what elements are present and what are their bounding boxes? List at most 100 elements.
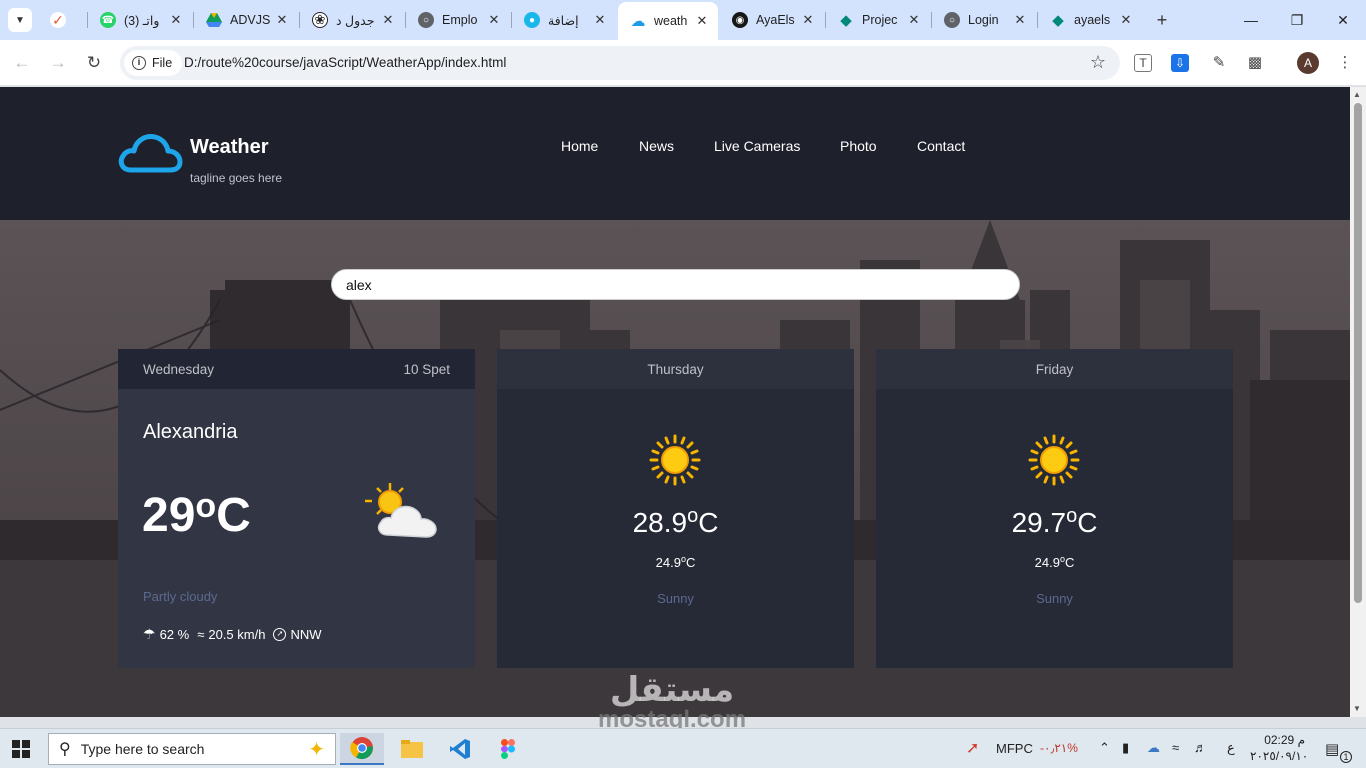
forecast-condition: Sunny bbox=[657, 591, 694, 606]
wind-value: 20.5 km/h bbox=[208, 627, 266, 642]
taskbar-search-box[interactable]: ⚲ Type here to search ✦ bbox=[48, 733, 336, 765]
logo-tagline: tagline goes here bbox=[190, 171, 283, 185]
eyedropper-icon[interactable]: ✎ bbox=[1208, 52, 1230, 74]
globe-icon: ○ bbox=[418, 12, 434, 28]
forecast-day: Friday bbox=[1035, 362, 1074, 377]
windows-start-icon[interactable] bbox=[12, 740, 30, 763]
close-icon[interactable]: ✕ bbox=[1012, 12, 1028, 28]
logo-title[interactable]: Weather bbox=[190, 136, 269, 159]
tab-search-button[interactable]: ▼ bbox=[8, 8, 32, 32]
forecast-condition: Sunny bbox=[1036, 591, 1073, 606]
close-icon[interactable]: ✕ bbox=[592, 12, 608, 28]
profile-avatar[interactable]: A bbox=[1297, 52, 1319, 74]
url-text[interactable]: D:/route%20course/javaScript/WeatherApp/… bbox=[184, 55, 506, 70]
bookmark-star-icon[interactable]: ☆ bbox=[1090, 52, 1106, 73]
language-indicator[interactable]: ع bbox=[1227, 740, 1235, 756]
tab-7[interactable]: ◉ AyaEls ✕ bbox=[720, 5, 824, 35]
close-icon[interactable]: ✕ bbox=[380, 12, 396, 28]
tab-9[interactable]: ○ Login ✕ bbox=[932, 5, 1036, 35]
stock-ticker[interactable]: MFPC bbox=[996, 741, 1033, 756]
close-icon[interactable]: ✕ bbox=[486, 12, 502, 28]
translate-icon[interactable]: T bbox=[1134, 54, 1152, 72]
nav-live-cameras[interactable]: Live Cameras bbox=[714, 138, 800, 154]
address-bar[interactable]: i File D:/route%20course/javaScript/Weat… bbox=[120, 46, 1120, 80]
site-info-chip[interactable]: i File bbox=[124, 50, 183, 76]
taskbar-vscode[interactable] bbox=[438, 733, 482, 765]
umbrella-icon: ☂ bbox=[143, 626, 156, 642]
wind-direction: NNW bbox=[290, 627, 322, 642]
nav-photo[interactable]: Photo bbox=[840, 138, 877, 154]
sparkle-icon: ✦ bbox=[308, 738, 325, 761]
forecast-min-temp: 24.9oC bbox=[1034, 554, 1075, 570]
battery-icon[interactable]: ▮ bbox=[1122, 740, 1129, 756]
taskbar-figma[interactable] bbox=[486, 733, 530, 765]
close-icon[interactable]: ✕ bbox=[168, 12, 184, 28]
close-icon[interactable]: ✕ bbox=[694, 13, 710, 29]
taskbar-chrome[interactable] bbox=[340, 733, 384, 765]
tab-0[interactable]: ✓ bbox=[38, 5, 86, 35]
drive-icon bbox=[206, 12, 222, 28]
nav-news[interactable]: News bbox=[639, 138, 674, 154]
forward-arrow-icon[interactable]: → bbox=[46, 51, 70, 75]
forecast-card-friday: Friday 29.7oC 24.9oC Sunny bbox=[876, 349, 1233, 668]
tab-10[interactable]: ◆ ayaels ✕ bbox=[1038, 5, 1142, 35]
chevron-up-icon[interactable]: ⌃ bbox=[1099, 740, 1110, 756]
nav-contact[interactable]: Contact bbox=[917, 138, 965, 154]
sun-icon bbox=[649, 434, 701, 491]
tab-5[interactable]: ● إضافة ✕ bbox=[512, 5, 616, 35]
kebab-menu-icon[interactable]: ⋮ bbox=[1334, 52, 1356, 74]
figma-icon bbox=[501, 739, 515, 759]
logo-cloud-icon[interactable] bbox=[117, 132, 183, 179]
wifi-icon[interactable]: ≈ bbox=[1172, 740, 1179, 755]
clock-date[interactable]: ٢٠٢٥/٠٩/١٠ bbox=[1250, 749, 1308, 763]
circle-icon: ● bbox=[524, 12, 540, 28]
city-search-input[interactable] bbox=[331, 269, 1020, 300]
new-tab-button[interactable]: + bbox=[1150, 8, 1174, 32]
download-icon[interactable]: ⇩ bbox=[1171, 54, 1189, 72]
openai-icon: ❀ bbox=[312, 12, 328, 28]
clock-time[interactable]: 02:29 م bbox=[1255, 733, 1305, 747]
vscode-icon bbox=[450, 739, 470, 759]
scroll-down-icon[interactable]: ▼ bbox=[1353, 704, 1361, 713]
close-icon[interactable]: ✕ bbox=[906, 12, 922, 28]
site-header: Weather tagline goes here Home News Live… bbox=[0, 87, 1350, 220]
partly-cloudy-icon bbox=[364, 481, 446, 546]
nav-home[interactable]: Home bbox=[561, 138, 598, 154]
mostaql-watermark: مستقل mostaql.com bbox=[598, 671, 747, 733]
tab-1[interactable]: ☎ (3) واتـ ✕ bbox=[88, 5, 192, 35]
tab-3[interactable]: ❀ جدول د ✕ bbox=[300, 5, 404, 35]
volume-icon[interactable]: ♬ bbox=[1194, 740, 1207, 755]
github-icon: ◉ bbox=[732, 12, 748, 28]
minimize-button[interactable]: — bbox=[1228, 0, 1274, 40]
tab-6-active[interactable]: ☁ weath ✕ bbox=[618, 2, 718, 40]
stock-chart-icon[interactable]: ➚ bbox=[966, 738, 979, 758]
tab-8[interactable]: ◆ Projec ✕ bbox=[826, 5, 930, 35]
tab-2[interactable]: ADVJS ✕ bbox=[194, 5, 298, 35]
taskbar-file-explorer[interactable] bbox=[390, 733, 434, 765]
scroll-thumb[interactable] bbox=[1354, 103, 1362, 603]
notification-count: 1 bbox=[1340, 751, 1352, 763]
close-icon[interactable]: ✕ bbox=[274, 12, 290, 28]
current-temperature: 29oC bbox=[142, 487, 251, 542]
info-icon: i bbox=[132, 56, 146, 70]
page-scrollbar[interactable]: ▲ ▼ bbox=[1350, 87, 1366, 717]
notification-icon[interactable]: ▤ bbox=[1325, 740, 1339, 758]
diamond-icon: ◆ bbox=[840, 12, 852, 29]
today-date: 10 Spet bbox=[403, 362, 450, 377]
back-arrow-icon[interactable]: ← bbox=[10, 51, 34, 75]
extensions-icon[interactable]: ▩ bbox=[1244, 52, 1266, 74]
reload-icon[interactable]: ↻ bbox=[82, 51, 106, 75]
close-window-button[interactable]: ✕ bbox=[1320, 0, 1366, 40]
today-card-header: Wednesday 10 Spet bbox=[118, 349, 475, 389]
close-icon[interactable]: ✕ bbox=[800, 12, 816, 28]
page-viewport: Weather tagline goes here Home News Live… bbox=[0, 87, 1350, 717]
today-card: Wednesday 10 Spet Alexandria 29oC Partly… bbox=[118, 349, 475, 668]
forecast-min-temp: 24.9oC bbox=[655, 554, 696, 570]
close-icon[interactable]: ✕ bbox=[1118, 12, 1134, 28]
tab-4[interactable]: ○ Emplo ✕ bbox=[406, 5, 510, 35]
cloud-sync-icon[interactable]: ☁ bbox=[1147, 740, 1160, 756]
restore-button[interactable]: ❐ bbox=[1274, 0, 1320, 40]
stock-change: -٠٫٢١% bbox=[1040, 741, 1078, 755]
compass-icon: ➚ bbox=[273, 628, 287, 641]
scroll-up-icon[interactable]: ▲ bbox=[1353, 90, 1361, 99]
